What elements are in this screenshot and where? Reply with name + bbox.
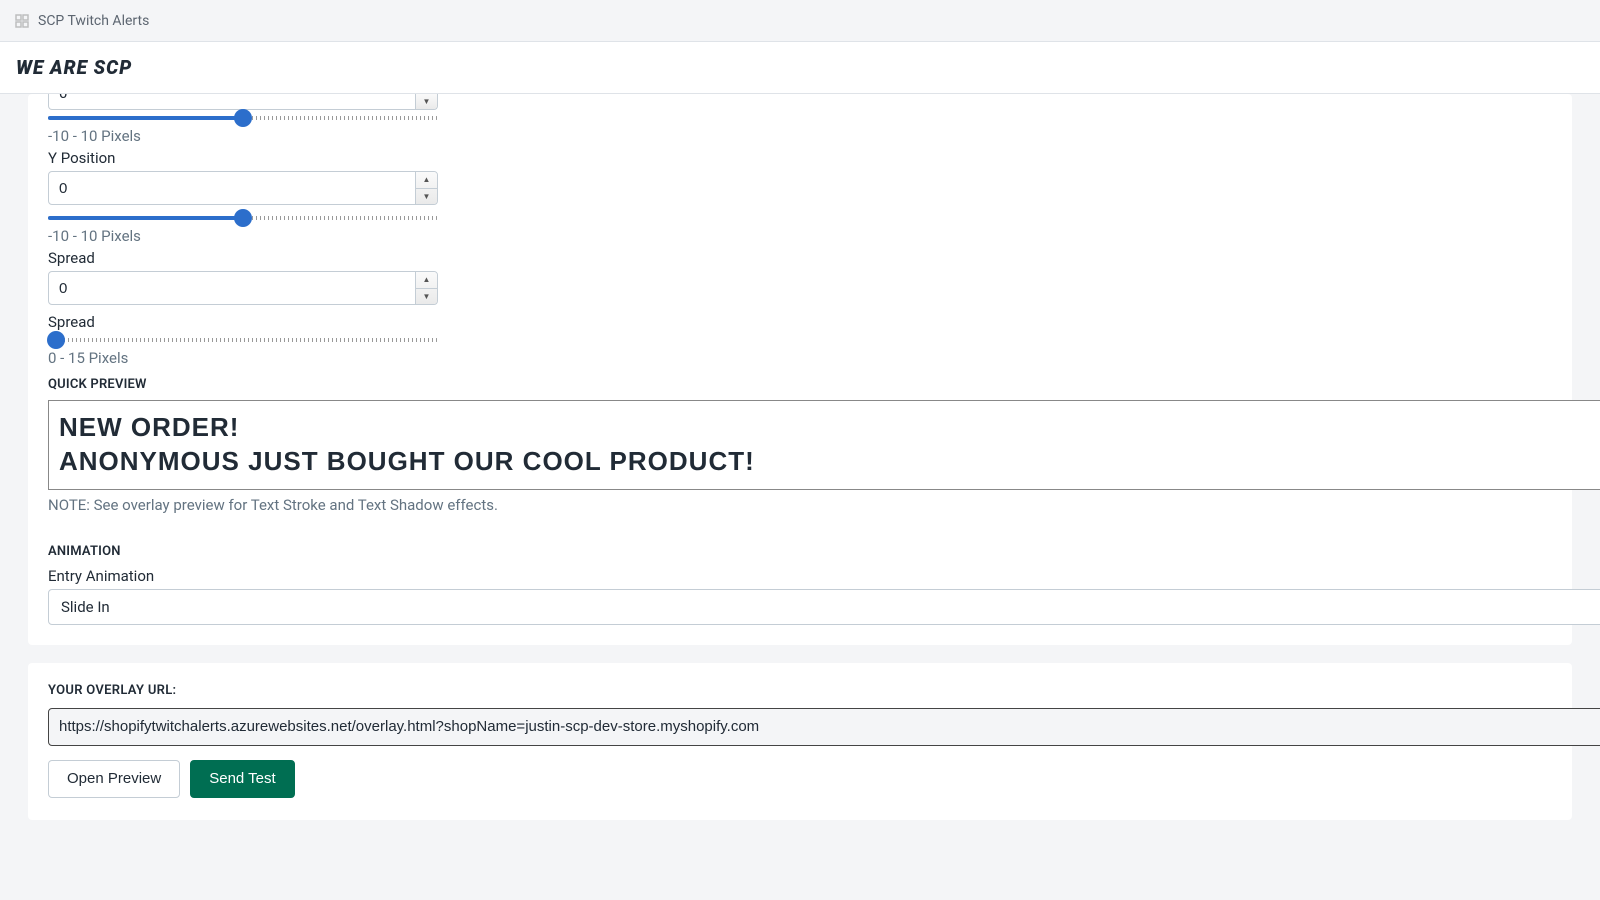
tab-bar: SCP Twitch Alerts	[0, 0, 1600, 42]
entry-animation-select[interactable]: Slide In	[48, 589, 1600, 625]
y-position-input-wrapper: ▲ ▼	[48, 171, 438, 205]
tab-title: SCP Twitch Alerts	[38, 13, 149, 29]
open-preview-button[interactable]: Open Preview	[48, 760, 180, 798]
overlay-url-input[interactable]	[48, 708, 1600, 746]
spread-label: Spread	[48, 249, 1552, 267]
overlay-url-card: YOUR OVERLAY URL: Open Preview Send Test	[28, 663, 1572, 820]
spread-input-wrapper: ▲ ▼	[48, 271, 438, 305]
y-position-slider[interactable]	[48, 213, 438, 223]
spinner-down-icon[interactable]: ▼	[416, 189, 437, 205]
y-position-input[interactable]	[48, 171, 438, 205]
spinner-down-icon[interactable]: ▼	[415, 94, 437, 109]
preview-box: New Order! Anonymous just bought our coo…	[48, 400, 1600, 490]
entry-animation-label: Entry Animation	[48, 567, 1552, 585]
spinner-up-icon[interactable]: ▲	[416, 172, 437, 189]
x-position-range-caption: -10 - 10 Pixels	[48, 127, 1552, 145]
spread-label-2: Spread	[48, 313, 1552, 331]
preview-note: NOTE: See overlay preview for Text Strok…	[48, 496, 1552, 514]
slider-thumb[interactable]	[234, 109, 252, 127]
preview-line2: Anonymous just bought our cool product!	[59, 445, 1600, 479]
overlay-url-heading: YOUR OVERLAY URL:	[48, 683, 1552, 698]
slider-thumb[interactable]	[47, 331, 65, 349]
spread-range-caption: 0 - 15 Pixels	[48, 349, 1552, 367]
x-position-input[interactable]: 0	[48, 94, 438, 110]
y-position-label: Y Position	[48, 149, 1552, 167]
quick-preview-heading: QUICK PREVIEW	[48, 377, 1552, 392]
entry-animation-value: Slide In	[61, 598, 110, 616]
logo: WE ARE SCP	[16, 56, 1584, 79]
preview-line1: New Order!	[59, 411, 1600, 445]
spread-input[interactable]	[48, 271, 438, 305]
spread-slider[interactable]	[48, 335, 438, 345]
spinner-down-icon[interactable]: ▼	[416, 289, 437, 305]
x-position-input-wrapper: 0 ▼	[48, 94, 438, 110]
spinner-up-icon[interactable]: ▲	[416, 272, 437, 289]
animation-heading: ANIMATION	[48, 544, 1552, 559]
x-position-slider[interactable]	[48, 113, 438, 123]
y-position-range-caption: -10 - 10 Pixels	[48, 227, 1552, 245]
app-icon	[14, 13, 30, 29]
send-test-button[interactable]: Send Test	[190, 760, 294, 798]
header: WE ARE SCP	[0, 42, 1600, 94]
slider-thumb[interactable]	[234, 209, 252, 227]
